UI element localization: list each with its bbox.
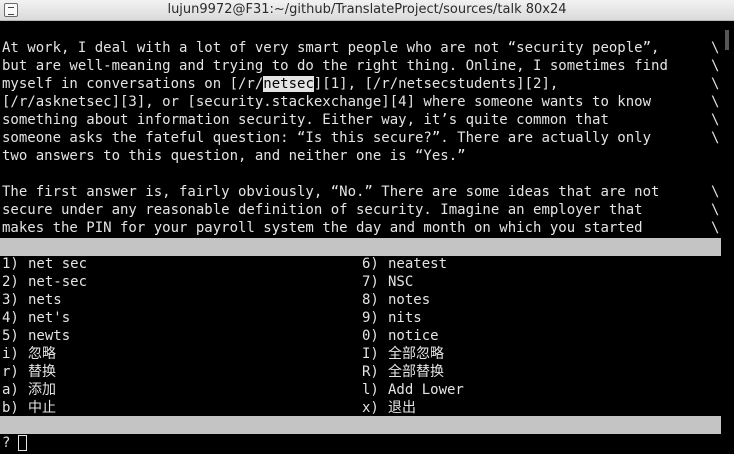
text-segment: something about information security. Ei… bbox=[2, 112, 609, 128]
terminal-area[interactable]: At work, I deal with a lot of very smart… bbox=[0, 22, 734, 454]
suggestion-option[interactable]: 7) NSC bbox=[362, 273, 413, 291]
option-label: notice bbox=[388, 328, 439, 344]
option-key: 8) bbox=[362, 292, 379, 308]
line-wrap-marker: \ bbox=[711, 94, 720, 110]
line-wrap-marker: \ bbox=[711, 184, 720, 200]
option-label: NSC bbox=[388, 274, 414, 290]
text-line: but are well-meaning and trying to do th… bbox=[2, 57, 668, 75]
line-wrap-marker: \ bbox=[711, 130, 720, 146]
text-segment: someone asks the fateful question: “Is t… bbox=[2, 130, 652, 146]
text-segment: makes the PIN for your payroll system th… bbox=[2, 220, 643, 236]
line-wrap-marker: \ bbox=[711, 112, 720, 128]
text-cursor bbox=[18, 435, 28, 451]
text-line: secure under any reasonable definition o… bbox=[2, 201, 643, 219]
text-segment: secure under any reasonable definition o… bbox=[2, 202, 643, 218]
bottom-divider bbox=[0, 416, 721, 434]
option-label: newts bbox=[28, 328, 71, 344]
scrollbar-thumb[interactable] bbox=[725, 30, 729, 50]
suggestion-option[interactable]: 9) nits bbox=[362, 309, 422, 327]
option-label: 忽略 bbox=[28, 346, 56, 362]
option-key: 3) bbox=[2, 292, 19, 308]
suggestion-option[interactable]: 0) notice bbox=[362, 327, 439, 345]
top-divider bbox=[0, 238, 721, 256]
text-segment: two answers to this question, and neithe… bbox=[2, 148, 466, 164]
suggestion-option[interactable]: a) 添加 bbox=[2, 381, 56, 399]
suggestion-option[interactable]: 6) neatest bbox=[362, 255, 447, 273]
text-segment: myself in conversations on [/r/ bbox=[2, 76, 264, 92]
option-key: x) bbox=[362, 400, 379, 416]
suggestion-option[interactable]: b) 中止 bbox=[2, 399, 56, 417]
option-label: 退出 bbox=[388, 400, 416, 416]
suggestion-option[interactable]: I) 全部忽略 bbox=[362, 345, 444, 363]
window-title: lujun9972@F31:~/github/TranslateProject/… bbox=[167, 2, 567, 17]
option-label: net sec bbox=[28, 256, 88, 272]
suggestion-option[interactable]: x) 退出 bbox=[362, 399, 416, 417]
option-key: 6) bbox=[362, 256, 379, 272]
option-label: 添加 bbox=[28, 382, 56, 398]
option-key: r) bbox=[2, 364, 19, 380]
option-label: neatest bbox=[388, 256, 448, 272]
text-line: The first answer is, fairly obviously, “… bbox=[2, 183, 659, 201]
option-label: notes bbox=[388, 292, 431, 308]
option-key: a) bbox=[2, 382, 19, 398]
line-wrap-marker: \ bbox=[711, 40, 720, 56]
option-key: I) bbox=[362, 346, 379, 362]
option-key: i) bbox=[2, 346, 19, 362]
suggestion-option[interactable]: i) 忽略 bbox=[2, 345, 56, 363]
line-wrap-marker: \ bbox=[711, 58, 720, 74]
text-segment: but are well-meaning and trying to do th… bbox=[2, 58, 668, 74]
text-segment: The first answer is, fairly obviously, “… bbox=[2, 184, 660, 200]
suggestion-option[interactable]: 5) newts bbox=[2, 327, 70, 345]
text-segment: At work, I deal with a lot of very smart… bbox=[2, 40, 660, 56]
text-line: someone asks the fateful question: “Is t… bbox=[2, 129, 651, 147]
suggestion-option[interactable]: l) Add Lower bbox=[362, 381, 464, 399]
option-label: Add Lower bbox=[388, 382, 464, 398]
prompt-symbol: ? bbox=[2, 435, 11, 451]
option-key: 4) bbox=[2, 310, 19, 326]
option-key: 2) bbox=[2, 274, 19, 290]
option-key: 9) bbox=[362, 310, 379, 326]
suggestion-option[interactable]: R) 全部替换 bbox=[362, 363, 444, 381]
misspelled-word-highlight: netsec bbox=[263, 76, 314, 92]
scrollbar[interactable] bbox=[721, 22, 734, 454]
suggestion-option[interactable]: 1) net sec bbox=[2, 255, 87, 273]
suggestion-option[interactable]: 3) nets bbox=[2, 291, 62, 309]
text-line: [/r/asknetsec][3], or [security.stackexc… bbox=[2, 93, 651, 111]
title-bar: lujun9972@F31:~/github/TranslateProject/… bbox=[0, 0, 734, 21]
option-key: 5) bbox=[2, 328, 19, 344]
suggestion-option[interactable]: 2) net-sec bbox=[2, 273, 87, 291]
line-wrap-marker: \ bbox=[711, 220, 720, 236]
option-key: 0) bbox=[362, 328, 379, 344]
option-label: 中止 bbox=[28, 400, 56, 416]
text-line: At work, I deal with a lot of very smart… bbox=[2, 39, 659, 57]
option-key: 1) bbox=[2, 256, 19, 272]
option-label: net's bbox=[28, 310, 71, 326]
option-label: 替换 bbox=[28, 364, 56, 380]
line-wrap-marker: \ bbox=[711, 202, 720, 218]
text-segment: [/r/asknetsec][3], or [security.stackexc… bbox=[2, 94, 652, 110]
input-prompt[interactable]: ? bbox=[2, 434, 28, 452]
suggestion-option[interactable]: r) 替换 bbox=[2, 363, 56, 381]
option-label: 全部忽略 bbox=[388, 346, 444, 362]
option-key: l) bbox=[362, 382, 379, 398]
option-label: 全部替换 bbox=[388, 364, 444, 380]
option-label: nets bbox=[28, 292, 62, 308]
text-line: myself in conversations on [/r/netsec][1… bbox=[2, 75, 558, 93]
text-line: two answers to this question, and neithe… bbox=[2, 147, 466, 165]
text-line: makes the PIN for your payroll system th… bbox=[2, 219, 643, 237]
line-wrap-marker: \ bbox=[711, 76, 720, 92]
option-key: R) bbox=[362, 364, 379, 380]
option-label: nits bbox=[388, 310, 422, 326]
text-line: something about information security. Ei… bbox=[2, 111, 609, 129]
suggestion-option[interactable]: 8) notes bbox=[362, 291, 430, 309]
option-key: b) bbox=[2, 400, 19, 416]
suggestion-option[interactable]: 4) net's bbox=[2, 309, 70, 327]
option-key: 7) bbox=[362, 274, 379, 290]
option-label: net-sec bbox=[28, 274, 88, 290]
text-segment: ][1], [/r/netsecstudents][2], bbox=[313, 76, 559, 92]
